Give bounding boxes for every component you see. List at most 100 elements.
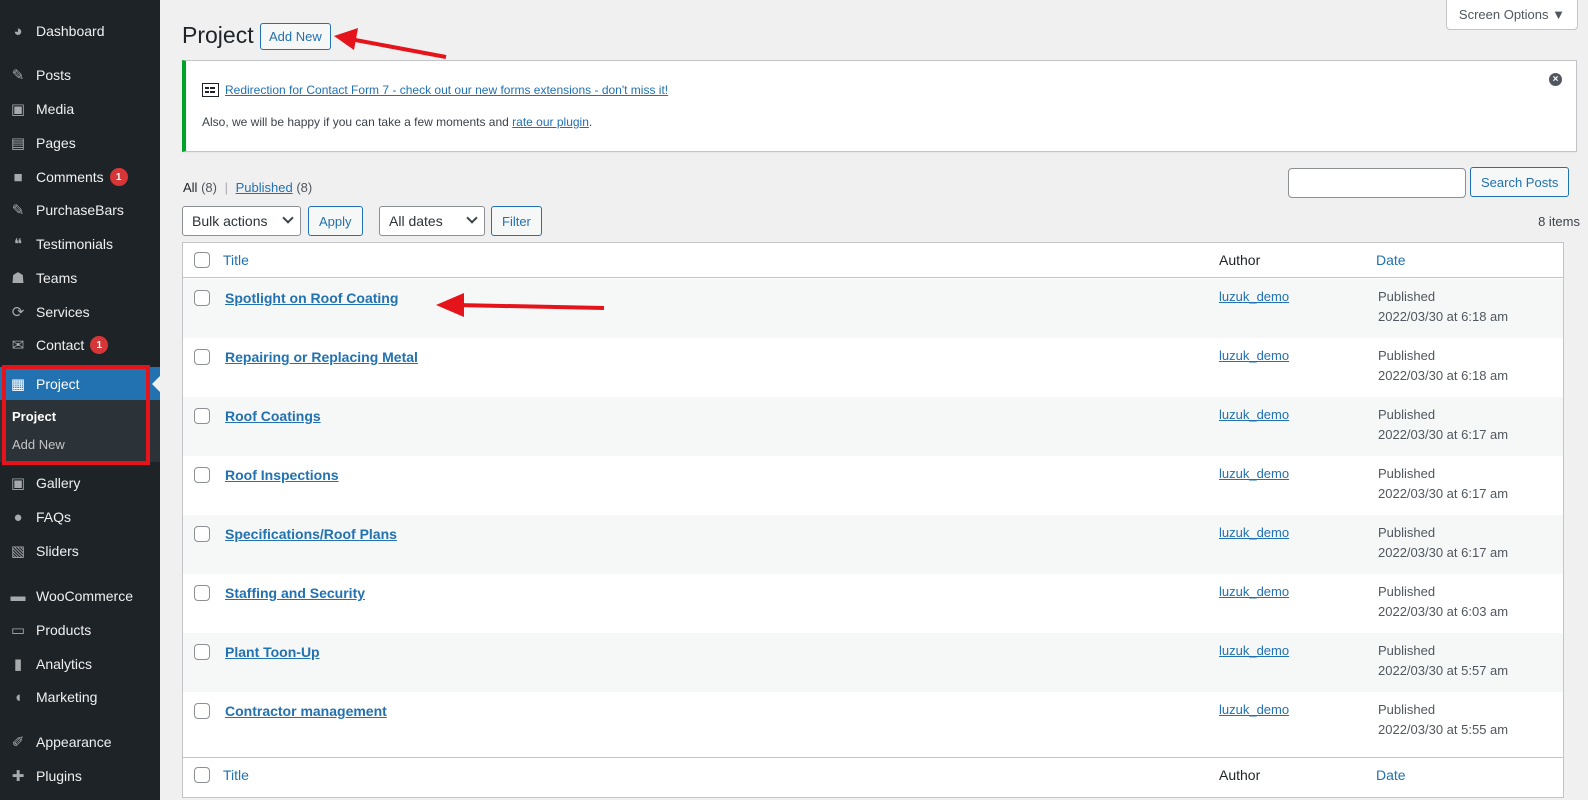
post-title-link[interactable]: Spotlight on Roof Coating [225,290,398,306]
row-checkbox[interactable] [194,526,210,542]
post-author-link[interactable]: luzuk_demo [1219,525,1289,540]
select-all-checkbox[interactable] [194,767,210,783]
search-posts-button[interactable]: Search Posts [1470,167,1570,197]
sidebar-item-label: Plugins [36,768,82,784]
post-status: Published [1378,643,1436,658]
column-date[interactable]: Date [1376,767,1406,783]
sidebar-item-gallery[interactable]: ▣ Gallery [0,466,160,500]
filter-button[interactable]: Filter [491,206,542,236]
table-row: Contractor management luzuk_demo Publish… [183,692,1563,751]
table-row: Spotlight on Roof Coating luzuk_demo Pub… [183,279,1563,338]
post-title-link[interactable]: Staffing and Security [225,585,365,601]
sidebar-item-project[interactable]: ▦ Project [0,367,160,401]
column-title[interactable]: Title [223,252,249,268]
chevron-down-icon [282,212,294,224]
post-status: Published [1378,702,1436,717]
form-icon [202,83,219,97]
bulk-actions-select[interactable]: Bulk actions [182,206,301,236]
screen-options-button[interactable]: Screen Options ▼ [1445,0,1578,30]
search-input[interactable] [1288,168,1466,198]
sidebar-item-marketing[interactable]: ◖ Marketing [0,680,160,714]
sidebar-item-media[interactable]: ▣ Media [0,92,160,126]
sidebar-item-label: Media [36,101,75,117]
column-date[interactable]: Date [1376,252,1406,268]
project-submenu: Project Add New [0,400,160,462]
post-title-link[interactable]: Roof Inspections [225,467,339,483]
row-checkbox[interactable] [194,703,210,719]
sidebar-item-products[interactable]: ▭ Products [0,613,160,647]
sidebar-item-contact[interactable]: ✉ Contact 1 [0,328,160,362]
sidebar-item-label: FAQs [36,509,72,525]
row-checkbox[interactable] [194,349,210,365]
filter-all[interactable]: All [183,180,197,195]
post-author-link[interactable]: luzuk_demo [1219,348,1289,363]
sidebar-item-label: Project [36,376,80,392]
row-checkbox[interactable] [194,585,210,601]
row-checkbox[interactable] [194,408,210,424]
select-all-checkbox[interactable] [194,252,210,268]
row-checkbox[interactable] [194,467,210,483]
table-row: Staffing and Security luzuk_demo Publish… [183,574,1563,633]
sidebar-item-sliders[interactable]: ▧ Sliders [0,534,160,568]
post-author-link[interactable]: luzuk_demo [1219,407,1289,422]
column-title[interactable]: Title [223,767,249,783]
sliders-icon: ▧ [10,543,26,560]
row-checkbox[interactable] [194,644,210,660]
plugins-icon: ✚ [11,768,25,785]
post-title-link[interactable]: Specifications/Roof Plans [225,526,397,542]
add-new-button[interactable]: Add New [260,23,331,50]
sidebar-item-label: Products [36,622,92,638]
sidebar-item-purchasebars[interactable]: ✎ PurchaseBars [0,193,160,227]
post-author-link[interactable]: luzuk_demo [1219,289,1289,304]
post-status: Published [1378,584,1436,599]
sidebar-item-teams[interactable]: ☗ Teams [0,261,160,295]
post-date: 2022/03/30 at 5:55 am [1378,722,1509,737]
post-date: 2022/03/30 at 5:57 am [1378,663,1509,678]
sidebar-item-plugins[interactable]: ✚ Plugins [0,759,160,793]
sidebar-item-label: Testimonials [36,236,114,252]
filter-published[interactable]: Published [236,180,293,195]
table-row: Roof Inspections luzuk_demo Published 20… [183,456,1563,515]
dismiss-icon[interactable]: × [1549,73,1562,86]
sidebar-item-woocommerce[interactable]: ▬ WooCommerce [0,579,160,613]
mail-icon: ✉ [11,337,25,354]
dashboard-icon: ◕ [13,22,23,40]
post-author-link[interactable]: luzuk_demo [1219,702,1289,717]
sidebar-item-label: Contact [36,337,85,353]
sidebar-item-testimonials[interactable]: ❝ Testimonials [0,227,160,261]
post-status: Published [1378,525,1436,540]
posts-table: Title Author Date Spotlight on Roof Coat… [182,242,1564,798]
post-status: Published [1378,466,1436,481]
sidebar-item-posts[interactable]: ✎ Posts [0,58,160,92]
post-title-link[interactable]: Plant Toon-Up [225,644,320,660]
notice-text: Also, we will be happy if you can take a… [202,115,513,129]
date-filter-value: All dates [389,213,443,229]
post-title-link[interactable]: Roof Coatings [225,408,321,424]
apply-button[interactable]: Apply [308,206,363,236]
sidebar-item-dashboard[interactable]: ◕ Dashboard [0,14,160,48]
main-content: Project Add New Screen Options ▼ Redirec… [160,0,1588,800]
post-author-link[interactable]: luzuk_demo [1219,584,1289,599]
sidebar-item-faqs[interactable]: ● FAQs [0,500,160,534]
appearance-icon: ✐ [11,734,25,751]
sidebar-item-label: Dashboard [36,23,105,39]
date-filter-select[interactable]: All dates [379,206,485,236]
post-status: Published [1378,348,1436,363]
row-checkbox[interactable] [194,290,210,306]
post-author-link[interactable]: luzuk_demo [1219,466,1289,481]
sidebar-item-appearance[interactable]: ✐ Appearance [0,725,160,759]
sidebar-item-analytics[interactable]: ▮ Analytics [0,647,160,681]
post-title-link[interactable]: Repairing or Replacing Metal [225,349,418,365]
submenu-item-project[interactable]: Project [12,409,56,424]
post-author-link[interactable]: luzuk_demo [1219,643,1289,658]
post-title-link[interactable]: Contractor management [225,703,387,719]
rate-plugin-link[interactable]: rate our plugin [512,115,589,129]
sidebar-item-label: Services [36,304,90,320]
sidebar-item-comments[interactable]: ■ Comments 1 [0,160,160,194]
media-icon: ▣ [10,101,26,118]
sidebar-item-pages[interactable]: ▤ Pages [0,126,160,160]
post-date: 2022/03/30 at 6:17 am [1378,486,1509,501]
submenu-item-add-new[interactable]: Add New [12,437,65,452]
notice-link[interactable]: Redirection for Contact Form 7 - check o… [225,83,668,97]
sidebar-item-services[interactable]: ⟳ Services [0,295,160,329]
